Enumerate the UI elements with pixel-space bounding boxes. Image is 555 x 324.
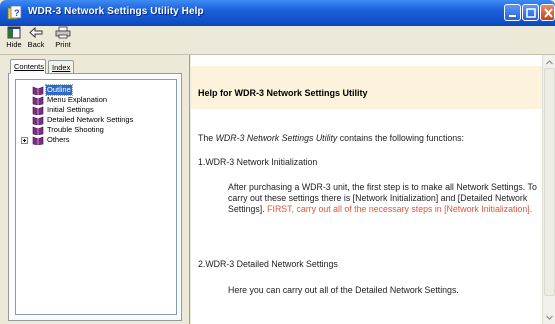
tab-index-label: Index [52, 63, 71, 72]
book-icon [32, 106, 44, 115]
print-button[interactable]: Print [49, 26, 77, 54]
toolbar: Hide Back Print [0, 26, 555, 54]
back-button[interactable]: Back [23, 26, 49, 54]
content-scrollbar[interactable] [542, 55, 555, 324]
hide-label: Hide [6, 40, 22, 49]
navigation-pane: Contents Index Outline Menu Explanation … [0, 55, 186, 324]
tree-item-label: Detailed Network Settings [47, 115, 134, 124]
utility-name: WDR-3 Network Settings Utility [215, 133, 338, 143]
section1-warning: FIRST, carry out all of the necessary st… [267, 204, 533, 214]
book-icon [32, 86, 44, 95]
hide-button[interactable]: Hide [3, 26, 25, 54]
section2-heading: 2.WDR-3 Detailed Network Settings [198, 259, 338, 269]
minimize-icon [509, 15, 516, 17]
topic-title: Help for WDR-3 Network Settings Utility [198, 88, 368, 98]
tab-contents-label: Contents [14, 62, 45, 71]
book-icon [32, 116, 44, 125]
scroll-thumb[interactable] [544, 68, 555, 296]
intro-prefix: The [198, 133, 216, 143]
tab-panel: Outline Menu Explanation Initial Setting… [8, 73, 182, 321]
book-icon [32, 136, 44, 145]
tree-item-label: Trouble Shooting [47, 125, 104, 134]
section2-body: Here you can carry out all of the Detail… [228, 285, 459, 295]
intro-paragraph: The WDR-3 Network Settings Utility conta… [198, 133, 538, 144]
tab-index[interactable]: Index [48, 60, 74, 74]
pane-splitter[interactable] [186, 55, 190, 324]
help-window: ? WDR-3 Network Settings Utility Help Hi… [0, 0, 555, 324]
print-label: Print [55, 40, 71, 49]
scroll-down-button[interactable] [543, 311, 555, 324]
maximize-icon [526, 8, 536, 18]
topic-banner: Help for WDR-3 Network Settings Utility [191, 66, 542, 109]
help-app-icon: ? [7, 5, 22, 20]
intro-suffix: contains the following functions: [337, 133, 464, 143]
tree-item-label: Menu Explanation [47, 95, 108, 104]
title-bar[interactable]: ? WDR-3 Network Settings Utility Help [0, 0, 555, 26]
section1-body: After purchasing a WDR-3 unit, the first… [228, 182, 538, 215]
scroll-down-icon [546, 315, 553, 320]
hide-pane-icon [7, 26, 21, 39]
tree-item-label: Initial Settings [47, 105, 94, 114]
close-icon [544, 8, 553, 18]
book-icon [32, 96, 44, 105]
tree-item-label: Others [47, 135, 70, 144]
maximize-button[interactable] [522, 4, 539, 21]
tree-item-label: Outline [45, 84, 73, 96]
svg-text:?: ? [14, 8, 20, 18]
back-label: Back [27, 40, 45, 49]
minimize-button[interactable] [504, 4, 521, 21]
book-icon [32, 126, 44, 135]
tab-contents[interactable]: Contents [10, 59, 46, 74]
section1-heading: 1.WDR-3 Network Initialization [198, 157, 318, 167]
contents-tree[interactable]: Outline Menu Explanation Initial Setting… [15, 79, 177, 315]
back-arrow-icon [29, 26, 43, 39]
expand-others-toggle[interactable] [21, 137, 28, 144]
help-content-pane: Help for WDR-3 Network Settings Utility … [191, 55, 542, 324]
close-button[interactable] [540, 4, 555, 21]
window-title: WDR-3 Network Settings Utility Help [28, 6, 204, 17]
printer-icon [55, 26, 71, 39]
